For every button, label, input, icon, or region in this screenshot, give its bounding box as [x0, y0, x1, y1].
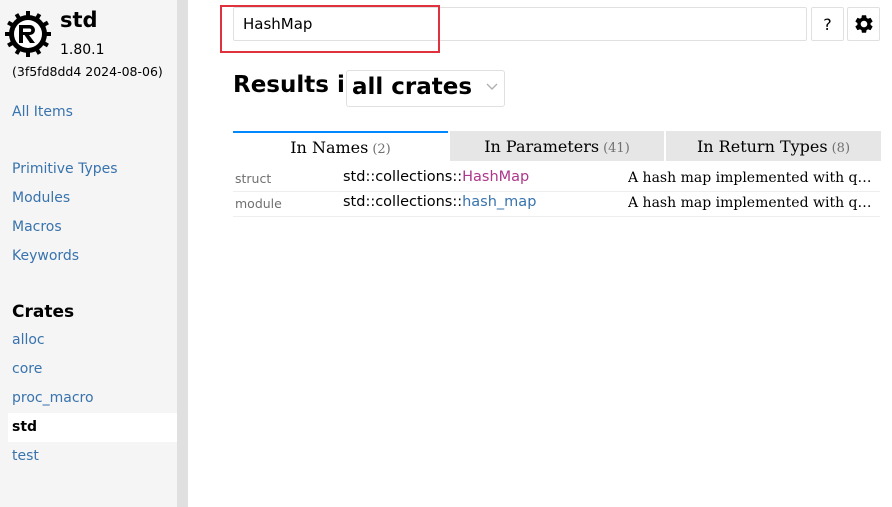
- result-name[interactable]: hash_map: [462, 194, 536, 210]
- crate-filter-value: all crates: [352, 74, 473, 100]
- tab-count: (2): [372, 142, 391, 157]
- sidebar-link-modules[interactable]: Modules: [12, 190, 70, 206]
- result-path-prefix: std::collections::: [343, 169, 463, 185]
- crate-item-core[interactable]: core: [8, 355, 177, 384]
- help-label: ?: [823, 14, 832, 34]
- result-description: A hash map implemented with quadratic pr…: [628, 195, 880, 211]
- help-button[interactable]: ?: [811, 7, 844, 41]
- crates-heading: Crates: [12, 302, 75, 322]
- sidebar: std 1.80.1 (3f5fd8dd4 2024-08-06) All It…: [0, 0, 177, 507]
- search-input[interactable]: [233, 7, 807, 41]
- crate-version: 1.80.1: [60, 42, 105, 58]
- tab-label: In Parameters: [484, 137, 600, 156]
- crate-item-test[interactable]: test: [8, 442, 177, 471]
- crate-name[interactable]: std: [60, 8, 98, 32]
- tab-in-parameters[interactable]: In Parameters (41): [450, 131, 664, 161]
- result-row[interactable]: module std::collections::hash_map A hash…: [233, 192, 880, 217]
- crate-build-info: (3f5fd8dd4 2024-08-06): [12, 64, 163, 79]
- tab-in-names[interactable]: In Names (2): [233, 131, 448, 161]
- result-path[interactable]: std::collections::hash_map: [343, 194, 536, 210]
- tab-count: (41): [603, 141, 630, 156]
- chevron-down-icon: [486, 83, 498, 90]
- tab-label: In Return Types: [696, 137, 828, 156]
- crate-item-alloc[interactable]: alloc: [8, 326, 177, 355]
- sidebar-link-all-items[interactable]: All Items: [12, 104, 73, 120]
- crate-filter-select[interactable]: all crates: [346, 70, 505, 107]
- sidebar-link-macros[interactable]: Macros: [12, 219, 62, 235]
- sidebar-resizer[interactable]: [177, 0, 188, 507]
- crate-item-std[interactable]: std: [8, 413, 177, 442]
- sidebar-link-primitive-types[interactable]: Primitive Types: [12, 161, 118, 177]
- tab-count: (8): [831, 141, 851, 156]
- tab-label: In Names: [290, 138, 369, 157]
- result-description: A hash map implemented with quadratic pr…: [628, 170, 880, 186]
- sidebar-link-keywords[interactable]: Keywords: [12, 248, 79, 264]
- rust-logo-icon[interactable]: [5, 11, 51, 57]
- settings-button[interactable]: [847, 7, 880, 41]
- results-title: Results in: [233, 72, 362, 98]
- result-path[interactable]: std::collections::HashMap: [343, 169, 529, 185]
- result-kind: struct: [235, 171, 272, 186]
- result-name[interactable]: HashMap: [462, 169, 529, 185]
- gear-icon: [854, 15, 873, 33]
- result-path-prefix: std::collections::: [343, 194, 463, 210]
- result-row[interactable]: struct std::collections::HashMap A hash …: [233, 167, 880, 192]
- result-kind: module: [235, 196, 282, 211]
- tab-in-return-types[interactable]: In Return Types (8): [666, 131, 881, 161]
- crate-item-proc-macro[interactable]: proc_macro: [8, 384, 177, 413]
